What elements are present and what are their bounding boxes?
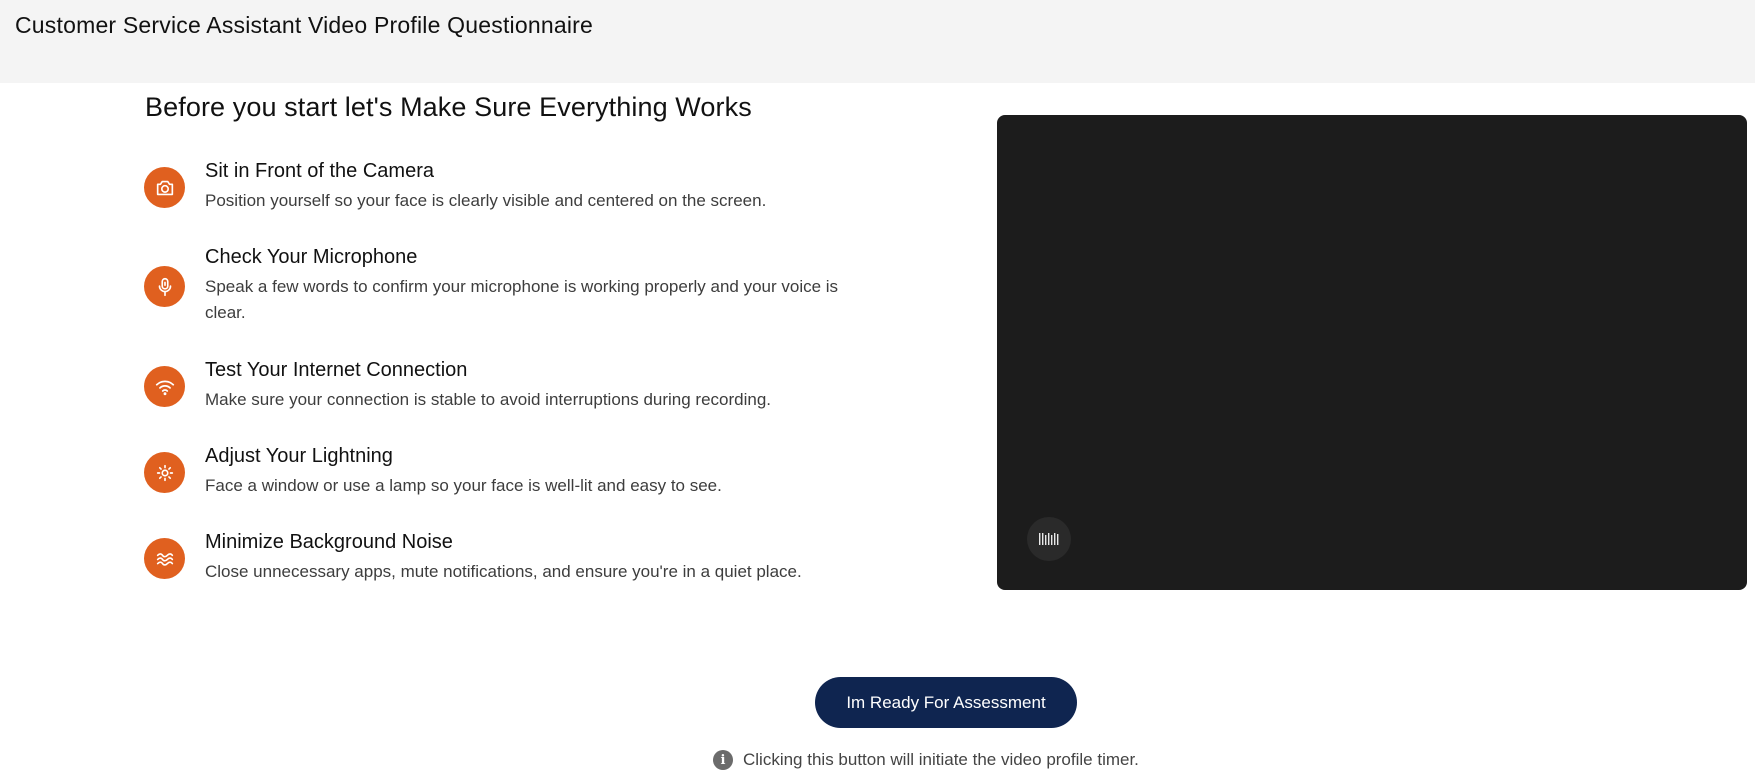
sun-icon	[144, 452, 185, 493]
wifi-icon	[144, 366, 185, 407]
camera-icon	[144, 167, 185, 208]
waves-icon	[144, 538, 185, 579]
checklist-item-description: Position yourself so your face is clearl…	[205, 191, 767, 210]
camera-preview	[997, 115, 1747, 590]
checklist-item-title: Test Your Internet Connection	[205, 359, 468, 381]
ready-for-assessment-button[interactable]: Im Ready For Assessment	[815, 677, 1077, 728]
microphone-icon	[144, 266, 185, 307]
timer-notice: i Clicking this button will initiate the…	[713, 750, 1139, 770]
checklist-item-description: Close unnecessary apps, mute notificatio…	[205, 562, 802, 581]
section-heading: Before you start let's Make Sure Everyth…	[145, 92, 752, 122]
checklist-item-description: Face a window or use a lamp so your face…	[205, 476, 722, 495]
checklist-item-description: Speak a few words to confirm your microp…	[205, 277, 839, 322]
checklist-item-title: Sit in Front of the Camera	[205, 160, 434, 182]
checklist-item-title: Check Your Microphone	[205, 246, 418, 268]
audio-level-icon	[1027, 517, 1071, 561]
checklist-item-description: Make sure your connection is stable to a…	[205, 390, 772, 409]
top-bar: Customer Service Assistant Video Profile…	[0, 0, 1755, 83]
checklist-item-title: Minimize Background Noise	[205, 531, 453, 553]
checklist-item-title: Adjust Your Lightning	[205, 445, 393, 467]
page-title: Customer Service Assistant Video Profile…	[15, 12, 593, 38]
info-icon: i	[713, 750, 733, 770]
timer-notice-text: Clicking this button will initiate the v…	[743, 750, 1139, 769]
